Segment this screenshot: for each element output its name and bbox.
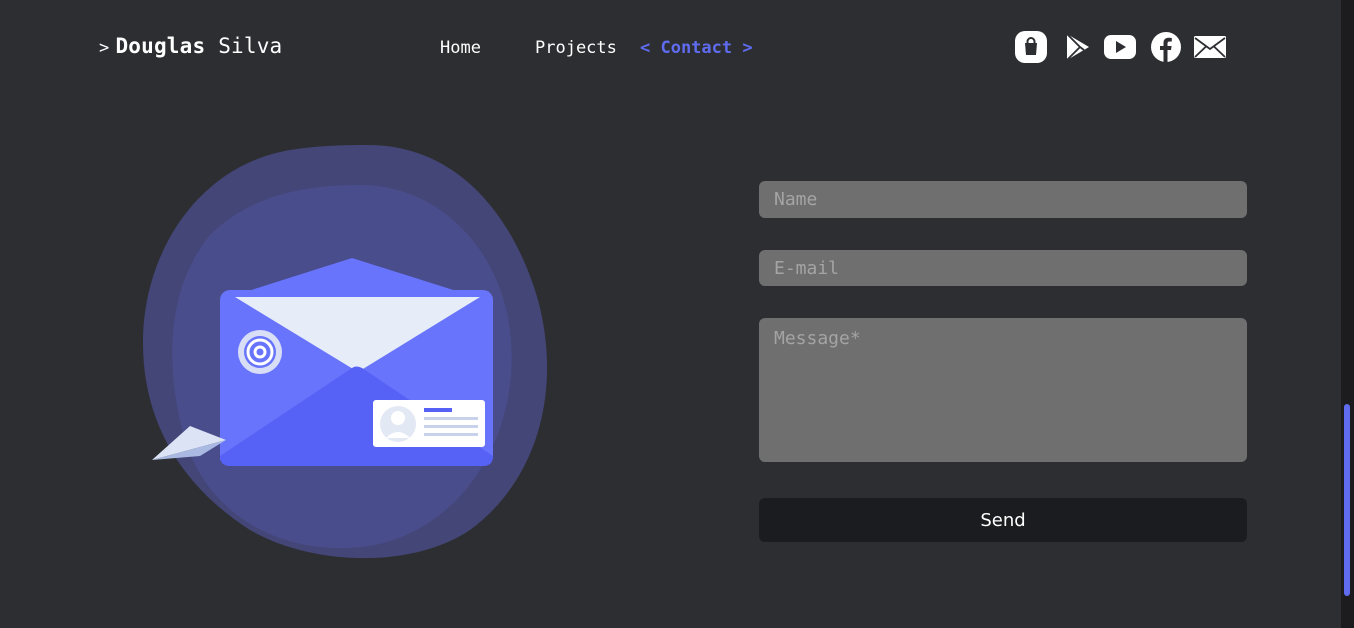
contact-illustration	[142, 145, 548, 559]
shopping-bag-link[interactable]	[1014, 30, 1048, 64]
mail-icon	[1194, 36, 1226, 58]
scrollbar-thumb[interactable]	[1344, 404, 1350, 596]
facebook-link[interactable]	[1149, 30, 1183, 64]
facebook-icon	[1151, 32, 1181, 62]
play-store-link[interactable]	[1060, 30, 1094, 64]
logo-last-name: Silva	[218, 34, 283, 58]
email-input[interactable]	[759, 250, 1247, 286]
logo-prompt: >	[99, 38, 110, 58]
nav-home-link[interactable]: Home	[440, 38, 481, 58]
at-sign-icon	[238, 330, 282, 374]
send-button[interactable]: Send	[759, 498, 1247, 542]
play-store-icon	[1066, 33, 1089, 61]
logo-first-name: Douglas	[115, 34, 206, 58]
youtube-icon	[1104, 35, 1136, 59]
name-input[interactable]	[759, 181, 1247, 218]
nav-contact-link[interactable]: < Contact >	[640, 38, 753, 58]
nav-projects-link[interactable]: Projects	[535, 38, 617, 58]
mail-link[interactable]	[1193, 30, 1227, 64]
contact-card-icon	[373, 400, 485, 447]
site-logo[interactable]: > Douglas Silva	[99, 34, 282, 58]
youtube-link[interactable]	[1103, 30, 1137, 64]
message-textarea[interactable]	[759, 318, 1247, 462]
shopping-bag-icon	[1015, 31, 1047, 63]
